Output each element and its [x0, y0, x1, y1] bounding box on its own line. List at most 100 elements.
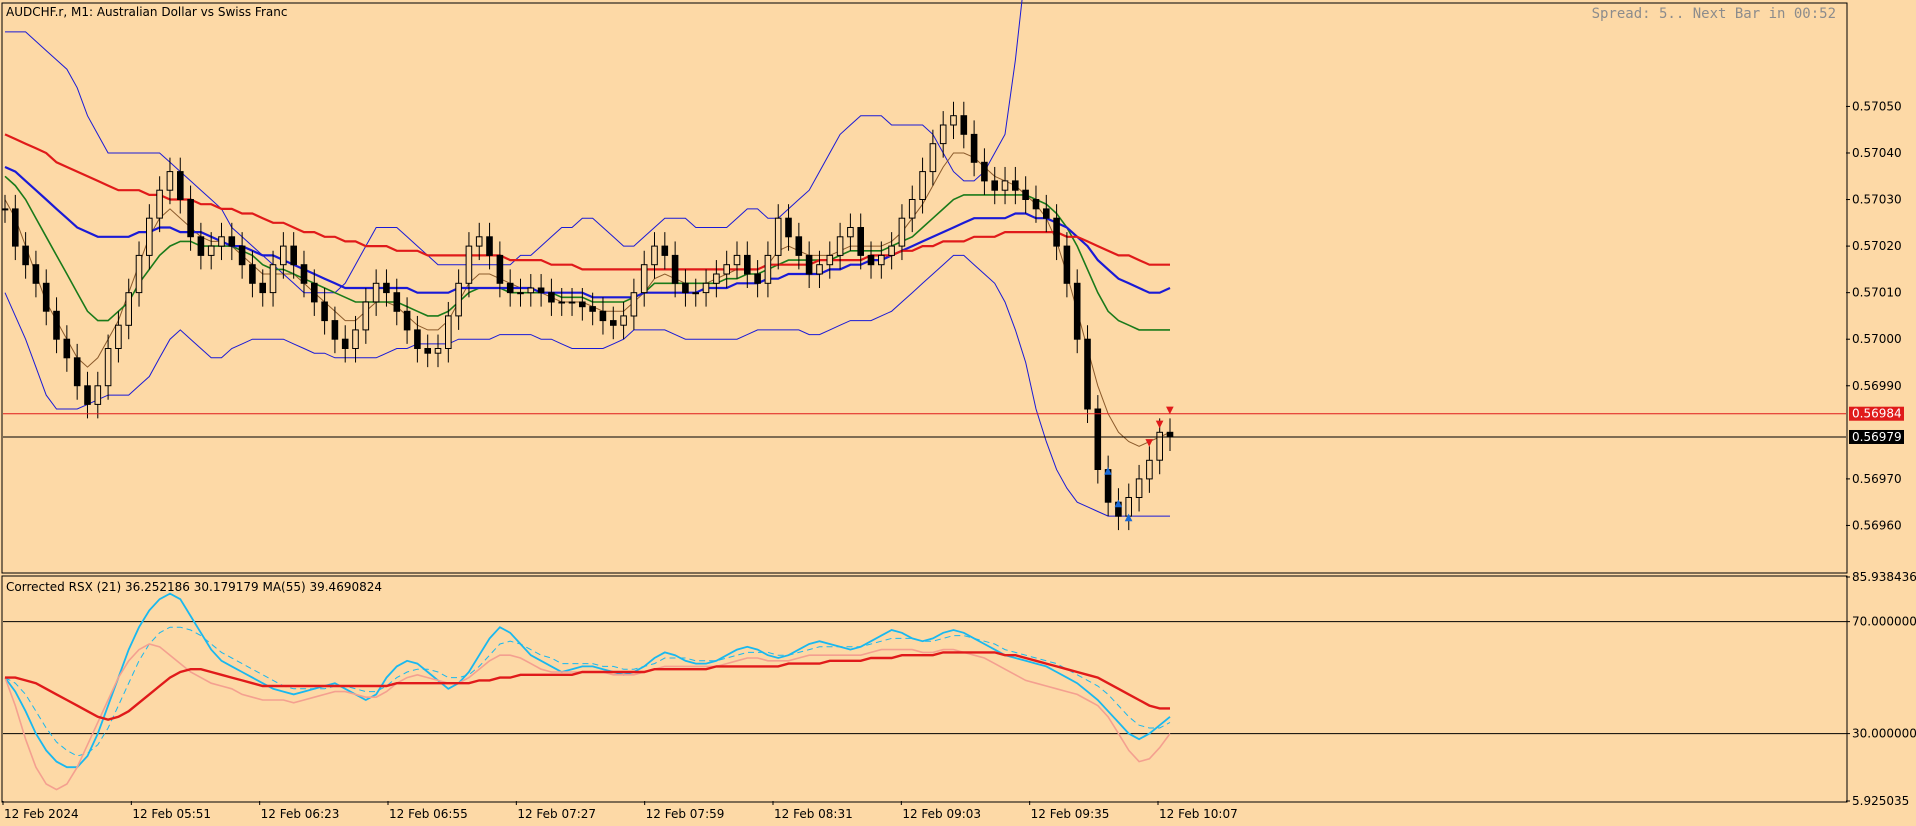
candle-body: [888, 245, 895, 256]
indicator-title: Corrected RSX (21) 36.252186 30.179179 M…: [6, 580, 382, 594]
candle-body: [733, 254, 741, 266]
buy-arrow-icon: ▲: [1114, 498, 1122, 509]
candle-body: [1084, 338, 1091, 410]
price-axis-label: 0.56960: [1852, 518, 1902, 532]
candle-body: [919, 171, 926, 201]
price-axis-label: 0.57000: [1852, 332, 1902, 346]
candle-body: [1135, 478, 1143, 498]
time-axis-label: 12 Feb 05:51: [132, 807, 211, 821]
indicator-axis-label: 70.000000: [1852, 615, 1916, 629]
candle-body: [1022, 189, 1029, 200]
candle-body: [568, 301, 576, 304]
candle-body: [1, 208, 9, 211]
candle-body: [53, 310, 60, 340]
candle-body: [352, 329, 359, 349]
time-axis-label: 12 Feb 08:31: [774, 807, 853, 821]
candle-body: [991, 180, 999, 191]
ask-price-label: 0.56984: [1852, 407, 1902, 421]
indicator-axis-label: 5.925035: [1852, 794, 1909, 808]
candle-body: [713, 273, 720, 284]
candle-body: [1043, 208, 1050, 219]
candle-body: [259, 282, 266, 294]
candle-body: [795, 236, 803, 256]
candle-body: [280, 245, 287, 266]
candle-body: [331, 320, 339, 340]
candle-body: [1012, 180, 1019, 191]
time-axis-label: 12 Feb 06:23: [261, 807, 340, 821]
candle-body: [929, 143, 937, 173]
chart-symbol-title: AUDCHF.r, M1: Australian Dollar vs Swiss…: [6, 5, 287, 19]
candle-body: [414, 329, 421, 349]
candle-body: [115, 324, 122, 350]
candle-body: [599, 310, 607, 322]
candle-body: [94, 385, 102, 405]
candle-body: [63, 338, 71, 359]
candle-body: [197, 236, 205, 256]
candle-body: [816, 264, 823, 275]
candle-body: [744, 254, 751, 275]
candle-body: [238, 245, 246, 266]
candle-body: [135, 254, 143, 294]
candle-body: [269, 264, 277, 294]
candle-body: [455, 282, 462, 317]
candle-body: [1094, 408, 1102, 470]
candle-body: [826, 254, 834, 266]
candle-body: [42, 282, 50, 312]
candle-body: [486, 236, 493, 256]
price-axis-label: 0.57020: [1852, 239, 1902, 253]
price-axis-label: 0.56990: [1852, 379, 1902, 393]
chart-background: [0, 0, 1916, 826]
candle-body: [1146, 459, 1153, 480]
candle-body: [661, 245, 669, 256]
candle-body: [403, 310, 411, 331]
candle-body: [620, 315, 627, 326]
candle-body: [692, 292, 700, 295]
time-axis-label: 12 Feb 10:07: [1159, 807, 1238, 821]
candle-body: [177, 171, 184, 201]
candle-body: [434, 348, 442, 354]
candle-body: [610, 320, 617, 326]
candle-body: [867, 254, 875, 266]
candle-body: [362, 301, 370, 331]
candle-body: [723, 264, 731, 275]
candle-body: [805, 254, 813, 275]
time-axis-label: 12 Feb 09:03: [902, 807, 981, 821]
candle-body: [465, 245, 473, 284]
candle-body: [22, 245, 29, 266]
time-axis-label: 12 Feb 09:35: [1031, 807, 1110, 821]
candle-body: [702, 282, 710, 294]
indicator-axis-label: 30.000000: [1852, 727, 1916, 741]
candle-body: [1166, 431, 1174, 438]
buy-arrow-icon: ▲: [1104, 466, 1112, 477]
time-axis-label: 12 Feb 06:55: [389, 807, 468, 821]
candle-body: [589, 306, 596, 312]
candle-body: [950, 115, 957, 126]
trading-chart[interactable]: 0.569840.56979 ▲▲▲▼▼▼ 0.570500.570400.57…: [0, 0, 1916, 826]
time-axis-label: 12 Feb 2024: [4, 807, 79, 821]
candle-body: [537, 287, 545, 294]
candle-body: [290, 245, 297, 266]
candle-body: [12, 208, 19, 247]
sell-arrow-icon: ▼: [1156, 419, 1164, 430]
candle-body: [960, 115, 968, 135]
candle-body: [424, 348, 431, 354]
candle-body: [311, 282, 318, 303]
candle-body: [671, 254, 679, 284]
sell-arrow-icon: ▼: [1145, 438, 1153, 449]
price-axis-label: 0.57030: [1852, 193, 1902, 207]
price-axis-label: 0.57040: [1852, 146, 1902, 160]
candle-body: [475, 236, 483, 247]
candle-body: [774, 217, 782, 256]
candle-body: [207, 245, 215, 256]
candle-body: [651, 245, 658, 266]
price-axis-label: 0.57050: [1852, 99, 1902, 113]
candle-body: [300, 264, 308, 284]
candle-body: [218, 236, 225, 247]
candle-body: [1063, 245, 1071, 284]
time-axis-label: 12 Feb 07:59: [646, 807, 725, 821]
price-axis-label: 0.56970: [1852, 472, 1902, 486]
candle-body: [908, 199, 916, 219]
candle-body: [506, 282, 514, 294]
candle-body: [1073, 282, 1081, 340]
candle-body: [321, 301, 328, 322]
